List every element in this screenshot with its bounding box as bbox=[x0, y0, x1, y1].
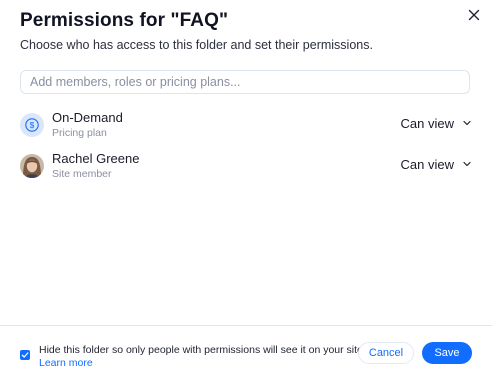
chevron-down-icon bbox=[463, 120, 471, 126]
svg-text:$: $ bbox=[30, 120, 35, 130]
member-name: On-Demand bbox=[52, 110, 123, 125]
user-avatar bbox=[20, 154, 44, 178]
add-members-input[interactable] bbox=[20, 70, 470, 94]
member-row-rachel-greene: Rachel Greene Site member Can view bbox=[20, 151, 472, 185]
permission-label: Can view bbox=[400, 156, 454, 172]
member-name: Rachel Greene bbox=[52, 151, 140, 166]
checkmark-icon bbox=[21, 352, 29, 358]
close-icon[interactable] bbox=[466, 7, 482, 23]
user-photo bbox=[20, 154, 44, 178]
permission-label: Can view bbox=[400, 115, 454, 131]
dollar-coin-icon: $ bbox=[25, 118, 39, 132]
dialog-title: Permissions for "FAQ" bbox=[20, 10, 229, 31]
cancel-button[interactable]: Cancel bbox=[358, 342, 414, 364]
dialog-subtitle: Choose who has access to this folder and… bbox=[20, 38, 373, 52]
member-role: Pricing plan bbox=[52, 127, 107, 139]
member-row-on-demand: $ On-Demand Pricing plan Can view bbox=[20, 110, 472, 144]
member-role: Site member bbox=[52, 168, 112, 180]
permissions-dialog: Permissions for "FAQ" Choose who has acc… bbox=[0, 0, 492, 380]
chevron-down-icon bbox=[463, 161, 471, 167]
hide-folder-checkbox[interactable] bbox=[20, 350, 30, 360]
learn-more-link[interactable]: Learn more bbox=[39, 357, 93, 369]
permission-dropdown[interactable]: Can view bbox=[401, 155, 472, 173]
pricing-plan-avatar: $ bbox=[20, 113, 44, 137]
footer-divider bbox=[0, 325, 492, 326]
hide-folder-label: Hide this folder so only people with per… bbox=[39, 344, 366, 356]
save-button[interactable]: Save bbox=[422, 342, 472, 364]
permission-dropdown[interactable]: Can view bbox=[401, 114, 472, 132]
